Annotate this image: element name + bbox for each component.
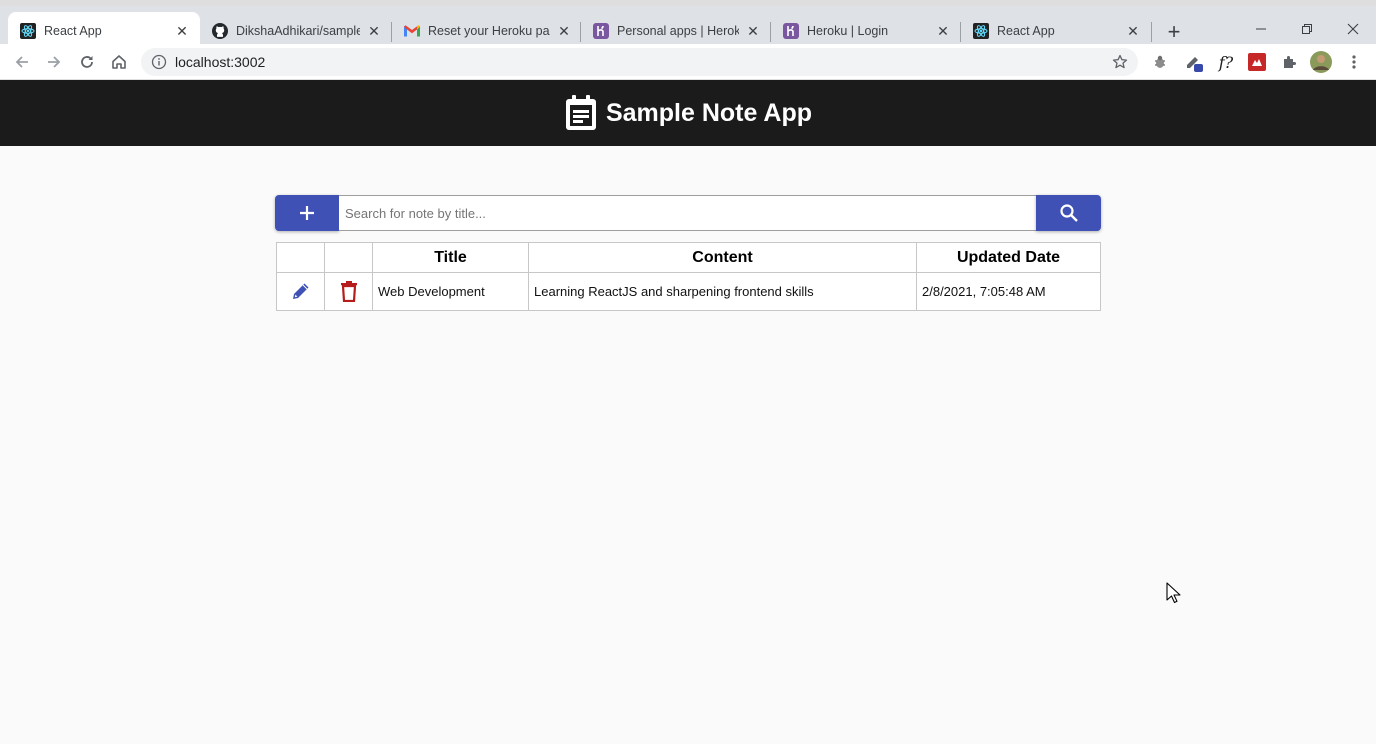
tab-title: DikshaAdhikari/sample- (236, 24, 360, 38)
url-text: localhost:3002 (175, 54, 266, 70)
note-updated-date: 2/8/2021, 7:05:48 AM (916, 272, 1101, 311)
react-icon (973, 23, 989, 39)
delete-button[interactable] (336, 278, 362, 304)
cursor-icon (1166, 582, 1181, 604)
close-icon (1347, 23, 1359, 35)
info-icon (151, 54, 167, 70)
tab-title: Personal apps | Heroku (617, 24, 739, 38)
note-content: Learning ReactJS and sharpening frontend… (528, 272, 917, 311)
search-bar (275, 195, 1101, 232)
minimize-button[interactable] (1238, 16, 1284, 42)
new-tab-button[interactable]: + (1162, 19, 1186, 44)
reload-icon (81, 56, 93, 68)
tab-title: Reset your Heroku pas: (428, 24, 550, 38)
close-icon[interactable]: ✕ (745, 23, 761, 39)
heroku-icon (593, 23, 609, 39)
column-header-updated-date: Updated Date (916, 242, 1101, 273)
trash-icon (340, 281, 357, 302)
app-header: Sample Note App (0, 80, 1376, 146)
close-icon[interactable]: ✕ (935, 23, 951, 39)
plus-icon (300, 206, 314, 220)
delete-cell (324, 272, 373, 311)
red-extension-icon[interactable] (1245, 50, 1269, 74)
font-extension-icon[interactable]: f? (1214, 50, 1238, 74)
address-bar[interactable]: localhost:3002 (141, 48, 1138, 76)
minimize-icon (1256, 28, 1266, 30)
arrow-left-icon (15, 56, 28, 68)
browser-toolbar: localhost:3002 f? (0, 44, 1376, 80)
browser-tabstrip: React App ✕ DikshaAdhikari/sample- ✕ Res… (0, 0, 1376, 50)
tab-title: React App (997, 24, 1055, 38)
edit-cell (276, 272, 325, 311)
search-input[interactable] (339, 195, 1036, 231)
search-button[interactable] (1036, 195, 1101, 231)
puzzle-icon[interactable] (1277, 50, 1301, 74)
gmail-icon (404, 23, 420, 39)
github-icon (212, 23, 228, 39)
close-window-button[interactable] (1330, 16, 1376, 42)
tab-separator (1151, 22, 1152, 42)
tab-title: React App (44, 24, 102, 38)
picker-extension-icon[interactable] (1182, 50, 1206, 74)
column-header-content: Content (528, 242, 917, 273)
search-icon (1059, 204, 1078, 222)
star-icon[interactable] (1112, 54, 1128, 70)
home-button[interactable] (105, 48, 133, 76)
column-header-title: Title (372, 242, 529, 273)
table-header-row: Title Content Updated Date (276, 242, 1101, 273)
bug-extension-icon[interactable] (1148, 50, 1172, 74)
tab-title: Heroku | Login (807, 24, 889, 38)
arrow-right-icon (48, 56, 61, 68)
notes-table: Title Content Updated Date Web Developme… (276, 242, 1101, 311)
add-note-button[interactable] (275, 195, 339, 231)
avatar[interactable] (1309, 50, 1333, 74)
app-title: Sample Note App (605, 98, 813, 127)
edit-button[interactable] (288, 278, 314, 304)
table-row: Web Development Learning ReactJS and sha… (276, 272, 1101, 311)
menu-icon[interactable] (1342, 50, 1366, 74)
react-icon (20, 23, 36, 39)
reload-button[interactable] (73, 48, 101, 76)
note-title: Web Development (372, 272, 529, 311)
close-icon[interactable]: ✕ (1125, 23, 1141, 39)
restore-button[interactable] (1284, 16, 1330, 42)
home-icon (112, 55, 126, 69)
pencil-icon (292, 283, 308, 299)
note-icon (565, 95, 596, 130)
close-icon[interactable]: ✕ (366, 23, 382, 39)
column-header-delete (324, 242, 373, 273)
close-icon[interactable]: ✕ (556, 23, 572, 39)
restore-icon (1302, 24, 1312, 34)
forward-button[interactable] (40, 48, 68, 76)
heroku-icon (783, 23, 799, 39)
close-icon[interactable]: ✕ (174, 23, 190, 39)
back-button[interactable] (8, 48, 36, 76)
column-header-edit (276, 242, 325, 273)
